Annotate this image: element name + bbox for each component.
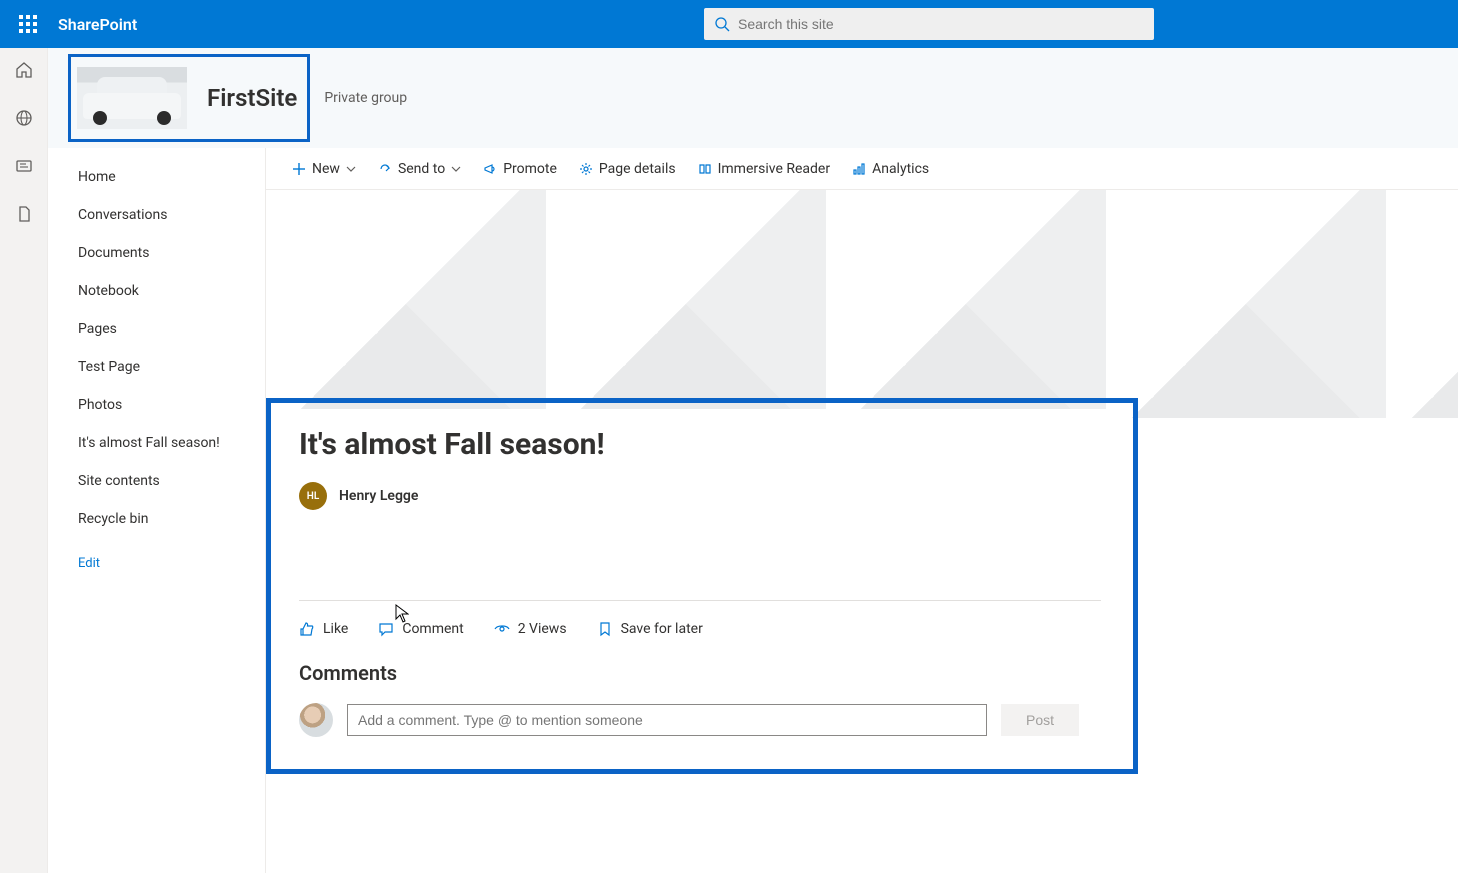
save-label: Save for later <box>621 621 703 637</box>
search-box[interactable] <box>704 8 1154 40</box>
comment-icon <box>378 621 394 637</box>
user-avatar[interactable] <box>299 703 333 737</box>
author-avatar[interactable]: HL <box>299 482 327 510</box>
share-icon <box>378 162 392 176</box>
like-button[interactable]: Like <box>299 621 348 637</box>
chevron-down-icon <box>451 164 461 174</box>
divider <box>299 600 1101 601</box>
search-input[interactable] <box>738 16 1144 32</box>
site-header: FirstSite Private group <box>48 48 1458 148</box>
comment-composer: Post <box>299 703 1101 737</box>
cmd-analytics-label: Analytics <box>872 161 929 177</box>
like-icon <box>299 621 315 637</box>
nav-recycle-bin[interactable]: Recycle bin <box>48 500 265 538</box>
post-button[interactable]: Post <box>1001 704 1079 736</box>
cmd-send-to[interactable]: Send to <box>378 161 461 177</box>
plus-icon <box>292 162 306 176</box>
cmd-promote[interactable]: Promote <box>483 161 557 177</box>
reader-icon <box>698 162 712 176</box>
cmd-page-details-label: Page details <box>599 161 676 177</box>
app-bar <box>0 48 48 873</box>
article-highlight: It's almost Fall season! HL Henry Legge … <box>266 398 1138 774</box>
nav-documents[interactable]: Documents <box>48 234 265 272</box>
author-row: HL Henry Legge <box>299 482 1101 510</box>
home-icon[interactable] <box>14 60 34 80</box>
article-actions: Like Comment 2 Views <box>299 621 1101 637</box>
globe-icon[interactable] <box>14 108 34 128</box>
article: It's almost Fall season! HL Henry Legge … <box>289 409 1127 763</box>
cmd-immersive-reader[interactable]: Immersive Reader <box>698 161 830 177</box>
cmd-analytics[interactable]: Analytics <box>852 161 929 177</box>
nav-fall-season[interactable]: It's almost Fall season! <box>48 424 265 462</box>
comments-heading: Comments <box>299 661 1101 685</box>
chevron-down-icon <box>346 164 356 174</box>
site-logo[interactable] <box>77 67 187 129</box>
comment-label: Comment <box>402 621 463 637</box>
like-label: Like <box>323 621 348 637</box>
left-nav: Home Conversations Documents Notebook Pa… <box>48 148 266 873</box>
nav-conversations[interactable]: Conversations <box>48 196 265 234</box>
site-privacy-label: Private group <box>324 90 407 106</box>
cmd-page-details[interactable]: Page details <box>579 161 676 177</box>
news-icon[interactable] <box>14 156 34 176</box>
views-label: 2 Views <box>518 621 567 637</box>
comment-input[interactable] <box>347 704 987 736</box>
cmd-new-label: New <box>312 161 340 177</box>
bookmark-icon <box>597 621 613 637</box>
views-count: 2 Views <box>494 621 567 637</box>
cmd-promote-label: Promote <box>503 161 557 177</box>
site-title[interactable]: FirstSite <box>207 84 297 112</box>
megaphone-icon <box>483 162 497 176</box>
comment-button[interactable]: Comment <box>378 621 463 637</box>
command-bar: New Send to Promote Page details Immersi… <box>266 148 1458 190</box>
article-title: It's almost Fall season! <box>299 427 1101 462</box>
cmd-immersive-label: Immersive Reader <box>718 161 830 177</box>
nav-test-page[interactable]: Test Page <box>48 348 265 386</box>
save-button[interactable]: Save for later <box>597 621 703 637</box>
nav-notebook[interactable]: Notebook <box>48 272 265 310</box>
nav-pages[interactable]: Pages <box>48 310 265 348</box>
main-content: It's almost Fall season! HL Henry Legge … <box>266 190 1458 873</box>
suite-title[interactable]: SharePoint <box>58 15 137 34</box>
cmd-send-label: Send to <box>398 161 445 177</box>
nav-site-contents[interactable]: Site contents <box>48 462 265 500</box>
hero-banner <box>266 190 1458 418</box>
files-icon[interactable] <box>14 204 34 224</box>
nav-photos[interactable]: Photos <box>48 386 265 424</box>
search-icon <box>714 16 730 32</box>
site-header-highlight: FirstSite <box>68 54 310 142</box>
nav-edit-link[interactable]: Edit <box>48 538 265 582</box>
views-icon <box>494 621 510 637</box>
suite-bar: SharePoint <box>0 0 1458 48</box>
gear-icon <box>579 162 593 176</box>
analytics-icon <box>852 162 866 176</box>
app-launcher-icon[interactable] <box>4 0 52 48</box>
author-name[interactable]: Henry Legge <box>339 488 418 504</box>
cmd-new[interactable]: New <box>292 161 356 177</box>
nav-home[interactable]: Home <box>48 158 265 196</box>
